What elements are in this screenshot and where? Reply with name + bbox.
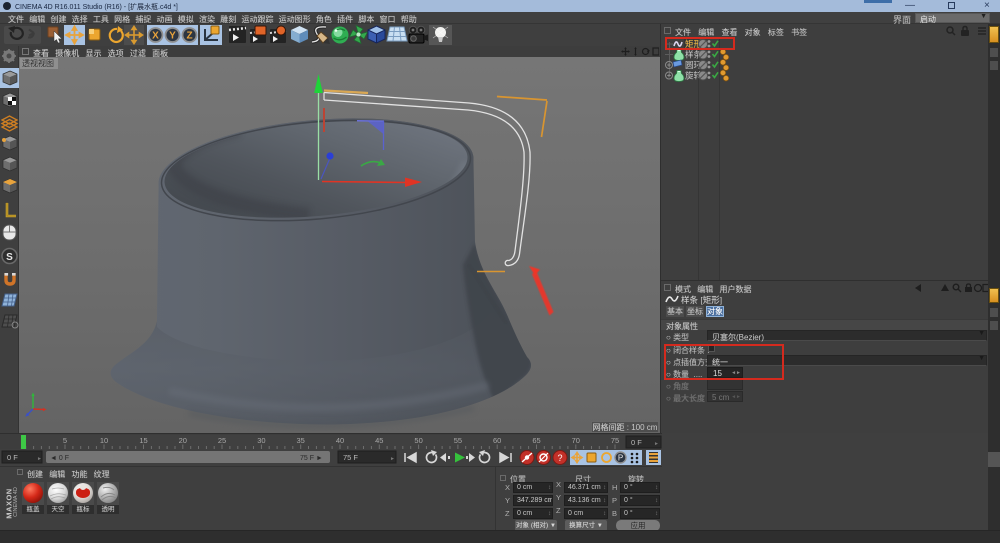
svg-text:55: 55 [454, 436, 462, 445]
svg-text:Y: Y [169, 31, 176, 42]
svg-text:65: 65 [532, 436, 540, 445]
svg-text:Z: Z [186, 31, 192, 42]
svg-text:25: 25 [218, 436, 226, 445]
svg-text:5: 5 [63, 436, 67, 445]
svg-text:?: ? [557, 453, 562, 463]
svg-text:45: 45 [375, 436, 383, 445]
svg-text:►: ► [390, 456, 395, 462]
svg-text:30: 30 [257, 436, 265, 445]
svg-text:15: 15 [139, 436, 147, 445]
svg-text:20: 20 [179, 436, 187, 445]
svg-text:75: 75 [611, 436, 619, 445]
svg-text:75 F ►: 75 F ► [300, 455, 323, 462]
svg-text:60: 60 [493, 436, 501, 445]
svg-text:50: 50 [414, 436, 422, 445]
svg-text:S: S [6, 252, 13, 263]
svg-text:40: 40 [336, 436, 344, 445]
svg-text:70: 70 [572, 436, 580, 445]
svg-text:X: X [152, 31, 159, 42]
svg-text:P: P [618, 454, 623, 463]
svg-text:►: ► [37, 456, 42, 462]
svg-text:75 F: 75 F [343, 453, 358, 462]
svg-text:0 F: 0 F [631, 438, 642, 447]
svg-text:35: 35 [297, 436, 305, 445]
svg-text:►: ► [654, 441, 659, 447]
svg-text:◄ 0 F: ◄ 0 F [50, 455, 69, 462]
svg-text:0 F: 0 F [7, 453, 18, 462]
svg-text:10: 10 [100, 436, 108, 445]
